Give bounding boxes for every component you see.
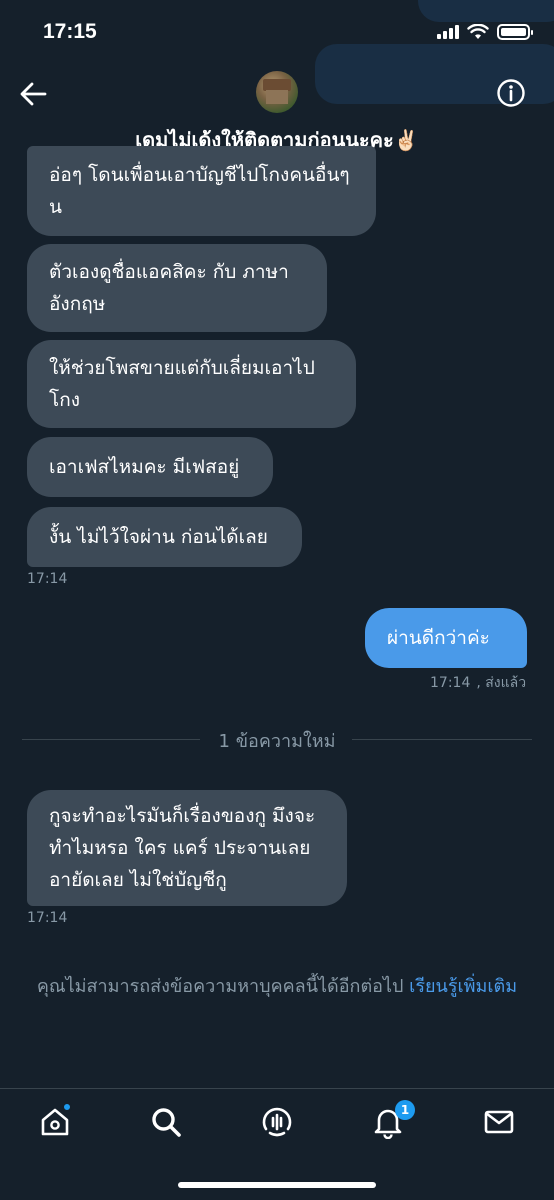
sent-time: 17:14: [430, 675, 471, 691]
home-indicator[interactable]: [178, 1182, 376, 1188]
message-text-line: น: [49, 196, 62, 218]
message-text-line: อายัดเลย ไม่ใช่บัญชีกู: [49, 869, 227, 891]
info-icon: [497, 79, 525, 107]
avatar[interactable]: [256, 71, 298, 113]
sent-status: , ส่งแล้ว: [476, 675, 527, 691]
status-bar: 17:15: [0, 0, 554, 64]
message-bubble-incoming[interactable]: งั้น ไม่ไว้ใจผ่าน ก่อนได้เลย: [27, 507, 302, 567]
cannot-message-notice: คุณไม่สามารถส่งข้อความหาบุคคลนี้ได้อีกต่…: [16, 972, 538, 1002]
spaces-icon: [262, 1107, 292, 1137]
cellular-signal-icon: [437, 25, 459, 39]
message-text-line: ตัวเองดูชื่อแอคสิคะ กับ ภาษา: [49, 261, 289, 283]
tab-search[interactable]: [149, 1105, 183, 1139]
message-text-line: อ่อๆ โดนเพื่อนเอาบัญชีไปโกงคนอื่นๆ: [49, 164, 350, 186]
message-text-line: อังกฤษ: [49, 293, 106, 315]
message-bubble-incoming[interactable]: อ่อๆ โดนเพื่อนเอาบัญชีไปโกงคนอื่นๆ น: [27, 146, 376, 236]
message-text-line: ทำไมหรอ ใคร แคร์ ประจานเลย: [49, 837, 311, 859]
message-timestamp: 17:14: [27, 571, 68, 587]
message-text-line: เอาเฟสไหมคะ มีเฟสอยู่: [49, 456, 240, 478]
tab-spaces[interactable]: [260, 1105, 294, 1139]
notifications-badge: 1: [395, 1100, 415, 1120]
message-text-line: ผ่านดีกว่าค่ะ: [387, 627, 490, 649]
wifi-icon: [467, 24, 489, 39]
arrow-left-icon: [20, 82, 47, 106]
message-timestamp: 17:14: [27, 910, 68, 926]
tab-messages[interactable]: [482, 1105, 516, 1139]
home-notification-dot: [62, 1102, 72, 1112]
notice-text: คุณไม่สามารถส่งข้อความหาบุคคลนี้ได้อีกต่…: [36, 976, 410, 997]
learn-more-link[interactable]: เรียนรู้เพิ่มเติม: [409, 976, 517, 997]
message-text-line: กูจะทำอะไรมันก็เรื่องของกู มึงจะ: [49, 805, 316, 827]
message-timestamp: 17:14 , ส่งแล้ว: [430, 672, 526, 694]
message-bubble-incoming[interactable]: ตัวเองดูชื่อแอคสิคะ กับ ภาษา อังกฤษ: [27, 244, 327, 332]
message-text-line: โกง: [49, 389, 80, 411]
search-icon: [152, 1108, 181, 1137]
message-bubble-outgoing[interactable]: ผ่านดีกว่าค่ะ: [365, 608, 527, 668]
mail-icon: [484, 1110, 514, 1134]
new-messages-divider: 1 ข้อความใหม่: [218, 731, 336, 752]
message-bubble-incoming[interactable]: กูจะทำอะไรมันก็เรื่องของกู มึงจะ ทำไมหรอ…: [27, 790, 347, 906]
message-bubble-incoming[interactable]: ให้ช่วยโพสขายแต่กับเลี่ยมเอาไป โกง: [27, 340, 356, 428]
info-button[interactable]: [496, 78, 526, 108]
status-icons: [437, 24, 533, 40]
back-button[interactable]: [18, 80, 48, 108]
message-bubble-incoming[interactable]: เอาเฟสไหมคะ มีเฟสอยู่: [27, 437, 273, 497]
battery-icon: [497, 24, 533, 40]
message-text-line: ให้ช่วยโพสขายแต่กับเลี่ยมเอาไป: [49, 357, 315, 379]
message-text-line: งั้น ไม่ไว้ใจผ่าน ก่อนได้เลย: [49, 526, 268, 548]
dm-conversation-screen: 17:15 เดมไม่เด้งให้ติดตามก่อนนะคะ✌🏻 อ่อๆ…: [0, 0, 554, 1200]
status-time: 17:15: [43, 20, 97, 43]
